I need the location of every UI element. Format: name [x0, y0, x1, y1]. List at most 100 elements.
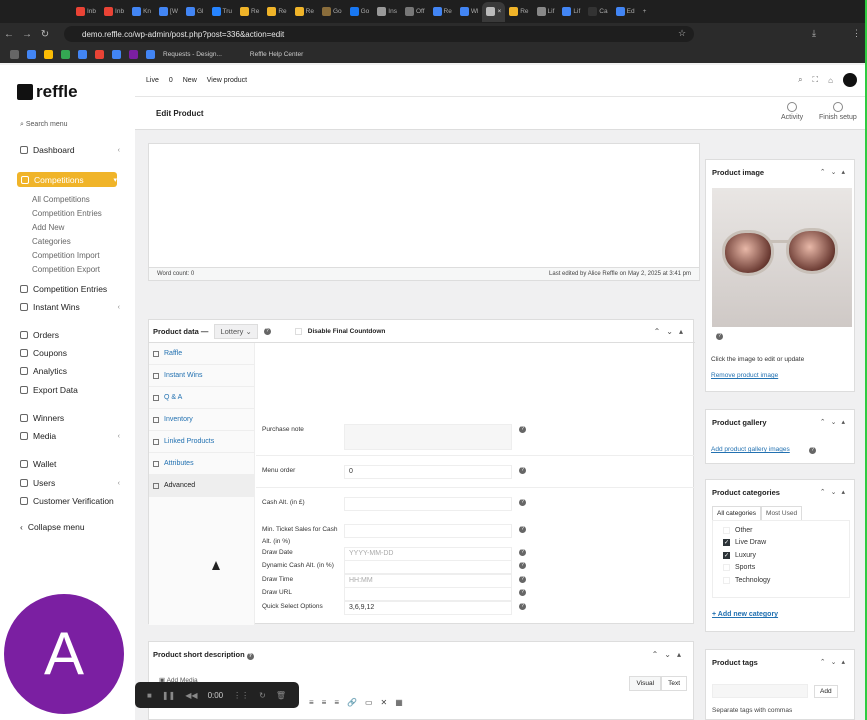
menu-customer-verification[interactable]: Customer Verification [20, 496, 135, 506]
activity-button[interactable]: Activity [781, 102, 803, 121]
content-editor[interactable] [148, 143, 700, 281]
menu-dots-icon[interactable]: ⋮ [852, 28, 861, 39]
browser-tab[interactable]: Re [429, 2, 456, 22]
new-tab-button[interactable]: + [639, 2, 651, 22]
panel-move-arrows-icon[interactable]: ⌃⌄▴ [820, 658, 850, 666]
panel-move-arrows-icon[interactable]: ⌃⌄▴ [654, 327, 689, 336]
browser-tab[interactable]: Re [263, 2, 290, 22]
bookmark-help-center[interactable]: Reffle Help Center [250, 51, 303, 58]
menu-dashboard[interactable]: Dashboard ‹ [20, 145, 120, 155]
drag-handle-icon[interactable]: ⋮⋮ [233, 691, 249, 700]
cash-alt-input[interactable] [344, 497, 512, 511]
panel-move-arrows-icon[interactable]: ⌃⌄▴ [820, 168, 850, 176]
topbar-new[interactable]: New [183, 77, 197, 84]
menu-export-data[interactable]: Export Data [20, 385, 120, 395]
collapse-menu-button[interactable]: ‹ Collapse menu [20, 522, 120, 532]
category-checkbox[interactable] [723, 577, 730, 584]
browser-tab[interactable]: Go [346, 2, 374, 22]
user-avatar[interactable] [843, 73, 857, 87]
tag-input[interactable] [712, 684, 808, 698]
browser-tab[interactable]: Lif [558, 2, 584, 22]
reffle-logo[interactable]: reffle [17, 82, 78, 102]
browser-tab[interactable]: Ins [373, 2, 401, 22]
tab-linked-products[interactable]: Linked Products [149, 431, 254, 453]
panel-move-arrows-icon[interactable]: ⌃⌄▴ [820, 488, 850, 496]
browser-tab[interactable]: Lif [533, 2, 559, 22]
browser-tab[interactable]: Ed [612, 2, 639, 22]
category-item-other[interactable]: Other [723, 527, 753, 534]
bookmark-icon[interactable] [27, 49, 36, 59]
bookmark-icon[interactable] [44, 49, 53, 59]
remove-image-link[interactable]: Remove product image [711, 372, 778, 379]
browser-tab[interactable]: Wl [456, 2, 483, 22]
category-checkbox[interactable] [723, 527, 730, 534]
menu-users[interactable]: Users ‹ [20, 478, 120, 488]
menu-winners[interactable]: Winners [20, 413, 120, 423]
text-tab[interactable]: Text [661, 676, 687, 691]
browser-tab[interactable]: Re [236, 2, 263, 22]
bookmark-icon[interactable] [146, 49, 155, 59]
panel-move-arrows-icon[interactable]: ⌃⌄▴ [820, 418, 850, 426]
bookmark-icon[interactable] [78, 49, 87, 59]
add-gallery-images-link[interactable]: Add product gallery images [711, 446, 790, 453]
topbar-view-product[interactable]: View product [207, 77, 247, 84]
submenu-competition-entries[interactable]: Competition Entries [32, 209, 102, 218]
submenu-add-new[interactable]: Add New [32, 223, 64, 232]
category-item-live-draw[interactable]: ✓ Live Draw [723, 539, 766, 546]
rewind-icon[interactable]: ◀◀ [185, 691, 197, 700]
pause-icon[interactable]: ❚❚ [162, 691, 175, 700]
add-tag-button[interactable]: Add [814, 685, 838, 698]
category-item-technology[interactable]: Technology [723, 577, 770, 584]
browser-tab[interactable]: Inb [100, 2, 128, 22]
category-checkbox[interactable] [723, 564, 730, 571]
tab-qa[interactable]: Q & A [149, 387, 254, 409]
bookmark-icon[interactable] [95, 49, 104, 59]
category-item-luxury[interactable]: ✓ Luxury [723, 552, 756, 559]
forward-icon[interactable]: → [18, 29, 36, 40]
back-icon[interactable]: ← [0, 29, 18, 40]
add-new-category-link[interactable]: + Add new category [712, 611, 778, 618]
notification-icon[interactable]: ⌂ [828, 76, 833, 85]
menu-competition-entries[interactable]: Competition Entries [20, 284, 120, 294]
category-checkbox-checked[interactable]: ✓ [723, 552, 730, 559]
browser-tab[interactable]: Go [318, 2, 346, 22]
stop-icon[interactable]: ■ [147, 691, 152, 700]
bookmark-icon[interactable] [129, 49, 138, 59]
product-type-select[interactable]: Lottery ⌄ [214, 323, 258, 339]
browser-tab[interactable]: Ca [584, 2, 611, 22]
product-image-sunglasses[interactable] [712, 188, 852, 327]
browser-tab[interactable]: [W [155, 2, 182, 22]
browser-tab[interactable]: Inb [72, 2, 100, 22]
tab-instant-wins[interactable]: Instant Wins [149, 365, 254, 387]
menu-analytics[interactable]: Analytics [20, 366, 120, 376]
submenu-categories[interactable]: Categories [32, 237, 71, 246]
tab-attributes[interactable]: Attributes [149, 453, 254, 475]
menu-competitions[interactable]: Competitions ▾ [17, 172, 117, 187]
tab-inventory[interactable]: Inventory [149, 409, 254, 431]
menu-order-input[interactable]: 0 [344, 465, 512, 479]
menu-coupons[interactable]: Coupons [20, 348, 120, 358]
tab-most-used[interactable]: Most Used [761, 506, 803, 521]
draw-date-input[interactable]: YYYY-MM-DD [344, 547, 512, 561]
tab-raffle[interactable]: Raffle [149, 343, 254, 365]
menu-orders[interactable]: Orders [20, 330, 120, 340]
tab-advanced[interactable]: Advanced [149, 475, 254, 497]
trash-icon[interactable]: 🗑 [276, 691, 286, 700]
dynamic-cash-alt-input[interactable] [344, 560, 512, 574]
disable-countdown-checkbox[interactable] [294, 327, 302, 335]
visual-tab[interactable]: Visual [629, 676, 662, 691]
search-menu[interactable]: ⌕ Search menu [20, 121, 68, 129]
bookmark-icon[interactable] [112, 49, 121, 59]
category-checkbox-checked[interactable]: ✓ [723, 539, 730, 546]
fullscreen-icon[interactable]: ⛶ [813, 75, 819, 85]
draw-time-input[interactable]: HH:MM [344, 574, 512, 588]
browser-tab[interactable]: Tru [208, 2, 237, 22]
submenu-competition-import[interactable]: Competition Import [32, 251, 100, 260]
download-icon[interactable]: ⤓ [812, 28, 816, 39]
panel-move-arrows-icon[interactable]: ⌃⌄▴ [652, 650, 687, 659]
tab-all-categories[interactable]: All categories [712, 506, 762, 521]
search-icon[interactable]: ⌕ [798, 75, 802, 85]
category-item-sports[interactable]: Sports [723, 564, 755, 571]
purchase-note-textarea[interactable] [344, 424, 512, 450]
browser-tab[interactable]: Re [291, 2, 318, 22]
